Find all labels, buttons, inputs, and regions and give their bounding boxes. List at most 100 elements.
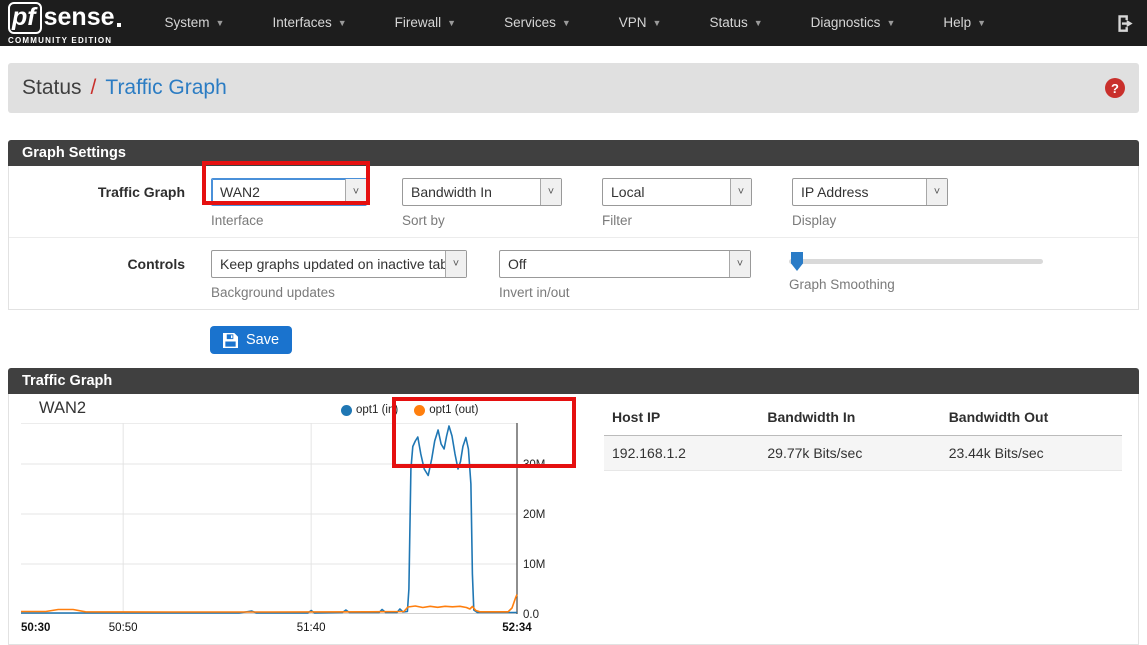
caret-down-icon: ▼ <box>977 18 987 29</box>
slider-track[interactable] <box>789 252 1043 271</box>
graph-settings-panel: Graph Settings Traffic Graph WAN2 ˅ Inte… <box>8 140 1139 310</box>
graph-settings-body: Traffic Graph WAN2 ˅ Interface Bandwidth… <box>8 166 1139 310</box>
interface-select[interactable]: WAN2 ˅ <box>211 178 367 206</box>
traffic-graph-panel: Traffic Graph WAN2 opt1 (in) opt1 (out) … <box>8 368 1139 645</box>
nav-item-label: Status <box>709 14 748 30</box>
sort-by-field: Bandwidth In ˅ Sort by <box>402 178 562 228</box>
nav-item-diagnostics[interactable]: Diagnostics ▼ <box>787 0 920 46</box>
svg-text:50:30: 50:30 <box>21 622 50 634</box>
sign-out-icon[interactable] <box>1116 14 1135 33</box>
cell-host-ip: 192.168.1.2 <box>604 435 760 471</box>
controls-row: Controls Keep graphs updated on inactive… <box>9 237 1138 309</box>
logo-pf-badge: pf <box>8 1 42 34</box>
sort-by-select[interactable]: Bandwidth In ˅ <box>402 178 562 206</box>
chart-title: WAN2 <box>39 399 87 417</box>
save-button[interactable]: Save <box>210 326 293 354</box>
breadcrumb-separator: / <box>90 76 97 99</box>
breadcrumb-page-link[interactable]: Traffic Graph <box>105 76 226 100</box>
nav-item-label: VPN <box>618 14 647 30</box>
pfsense-logo[interactable]: pf sense COMMUNITY EDITION <box>8 1 121 45</box>
traffic-graph-header: Traffic Graph <box>8 368 1139 394</box>
nav-item-label: Services <box>504 14 556 30</box>
graph-smoothing-slider[interactable] <box>789 250 1043 271</box>
interface-field: WAN2 ˅ Interface <box>211 178 367 228</box>
legend-dot-in-icon <box>341 404 352 416</box>
host-table: Host IP Bandwidth In Bandwidth Out 192.1… <box>594 394 1138 644</box>
legend-label-in: opt1 (in) <box>356 404 399 416</box>
svg-text:51:40: 51:40 <box>297 622 326 634</box>
chevron-down-icon: ˅ <box>729 251 750 277</box>
chevron-down-icon: ˅ <box>730 179 751 205</box>
help-icon[interactable]: ? <box>1105 78 1125 98</box>
nav-item-vpn[interactable]: VPN ▼ <box>595 0 686 46</box>
breadcrumb: Status / Traffic Graph ? <box>8 63 1139 113</box>
cell-bandwidth-in: 29.77k Bits/sec <box>759 435 941 471</box>
nav-item-services[interactable]: Services ▼ <box>480 0 595 46</box>
traffic-graph-body: WAN2 opt1 (in) opt1 (out) 0.0 10M 20M 30M 50… <box>8 394 1139 645</box>
chevron-down-icon: ˅ <box>926 179 947 205</box>
slider-handle[interactable] <box>791 252 803 271</box>
display-select[interactable]: IP Address ˅ <box>792 178 948 206</box>
legend-item-in: opt1 (in) <box>341 404 398 416</box>
header-host-ip: Host IP <box>604 401 760 436</box>
nav-item-status[interactable]: Status ▼ <box>685 0 786 46</box>
nav-item-interfaces[interactable]: Interfaces ▼ <box>248 0 370 46</box>
filter-select[interactable]: Local ˅ <box>602 178 752 206</box>
header-bandwidth-in: Bandwidth In <box>759 401 941 436</box>
host-table-header-row: Host IP Bandwidth In Bandwidth Out <box>604 401 1122 436</box>
nav-item-system[interactable]: System ▼ <box>141 0 249 46</box>
interface-caption: Interface <box>211 213 264 228</box>
save-icon <box>223 332 238 348</box>
legend-label-out: opt1 (out) <box>429 404 479 416</box>
nav-item-help[interactable]: Help ▼ <box>919 0 1010 46</box>
chevron-down-icon: ˅ <box>445 251 466 277</box>
svg-text:10M: 10M <box>523 559 545 571</box>
host-table-row: 192.168.1.2 29.77k Bits/sec 23.44k Bits/… <box>604 435 1122 471</box>
invert-field: Off ˅ Invert in/out <box>499 250 751 300</box>
smoothing-caption: Graph Smoothing <box>789 277 895 292</box>
nav-item-label: System <box>164 14 210 30</box>
logo-tagline: COMMUNITY EDITION <box>8 35 113 45</box>
header-bandwidth-out: Bandwidth Out <box>940 401 1122 436</box>
display-field: IP Address ˅ Display <box>792 178 948 228</box>
save-row: Save <box>0 310 1147 368</box>
interface-select-value: WAN2 <box>220 184 260 200</box>
background-updates-select[interactable]: Keep graphs updated on inactive tab. ˅ <box>211 250 467 278</box>
nav-item-label: Firewall <box>394 14 442 30</box>
invert-select-value: Off <box>508 256 527 272</box>
smoothing-field: Graph Smoothing <box>789 250 1043 300</box>
pfsense-logo-text: pf sense <box>8 1 121 34</box>
caret-down-icon: ▼ <box>447 18 457 29</box>
svg-text:52:34: 52:34 <box>502 622 532 634</box>
chevron-down-icon: ˅ <box>345 179 366 205</box>
caret-down-icon: ▼ <box>652 18 662 29</box>
display-caption: Display <box>792 213 837 228</box>
top-navbar: pf sense COMMUNITY EDITION System ▼ Interf… <box>0 0 1147 46</box>
filter-caption: Filter <box>602 213 632 228</box>
nav-item-firewall[interactable]: Firewall ▼ <box>371 0 480 46</box>
chart-legend: opt1 (in) opt1 (out) <box>341 404 478 416</box>
svg-text:20M: 20M <box>523 509 545 521</box>
save-button-label: Save <box>246 332 280 348</box>
logo-dot <box>116 22 121 27</box>
background-updates-caption: Background updates <box>211 285 335 300</box>
nav-item-label: Interfaces <box>272 14 332 30</box>
svg-text:50:50: 50:50 <box>109 622 138 634</box>
invert-select[interactable]: Off ˅ <box>499 250 751 278</box>
logo-sense-text: sense <box>43 3 115 31</box>
caret-down-icon: ▼ <box>886 18 896 29</box>
controls-row-label: Controls <box>127 256 185 272</box>
caret-down-icon: ▼ <box>561 18 571 29</box>
background-updates-select-value: Keep graphs updated on inactive tab. <box>220 256 445 272</box>
caret-down-icon: ▼ <box>753 18 763 29</box>
sort-by-caption: Sort by <box>402 213 445 228</box>
traffic-plot: 0.0 10M 20M 30M 50:30 50:50 51:40 52:34 <box>21 423 545 634</box>
main-menu: System ▼ Interfaces ▼ Firewall ▼ Services ▼ … <box>141 0 1011 46</box>
legend-item-out: opt1 (out) <box>414 404 478 416</box>
cell-bandwidth-out: 23.44k Bits/sec <box>940 435 1122 471</box>
chevron-down-icon: ˅ <box>540 179 561 205</box>
filter-field: Local ˅ Filter <box>602 178 752 228</box>
caret-down-icon: ▼ <box>337 18 347 29</box>
nav-item-label: Help <box>943 14 972 30</box>
legend-dot-out-icon <box>414 404 426 416</box>
